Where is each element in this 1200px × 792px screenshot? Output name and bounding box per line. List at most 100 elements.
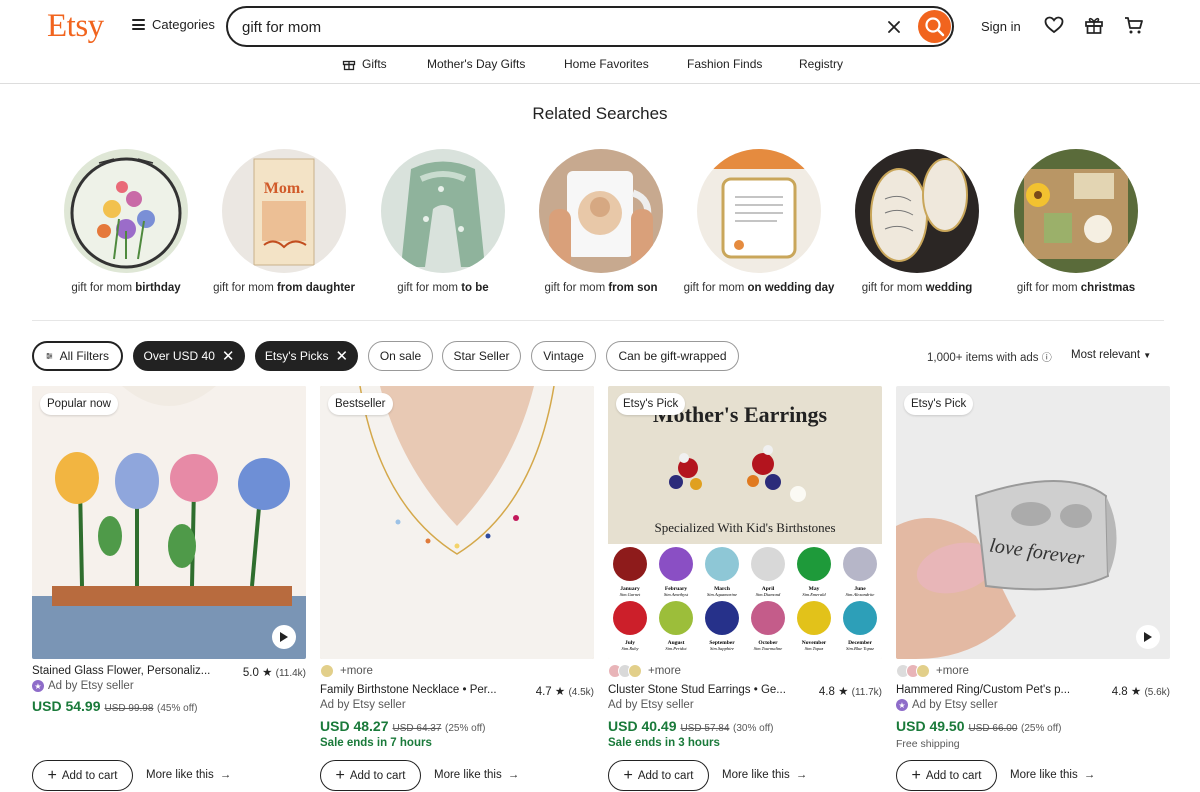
clear-search-icon[interactable] <box>885 18 903 36</box>
sign-in-link[interactable]: Sign in <box>981 19 1021 34</box>
product-image[interactable]: love forever Etsy's Pick <box>896 386 1170 659</box>
swatch <box>320 664 334 678</box>
product-title-row: Family Birthstone Necklace • Per... 4.7 … <box>320 684 594 700</box>
birthstone-stone: Sim.Amethyst <box>664 592 689 597</box>
related-search-item[interactable]: gift for mom birthday <box>41 149 211 296</box>
related-search-item[interactable]: gift for mom wedding <box>832 149 1002 296</box>
search-submit-button[interactable] <box>918 10 951 43</box>
add-to-cart-button[interactable]: + Add to cart <box>608 760 709 791</box>
arrow-right-icon: → <box>795 769 808 781</box>
product-image[interactable]: Mother's Earrings Specialized With Kid's… <box>608 386 882 659</box>
related-search-image <box>855 149 979 273</box>
product-image[interactable]: Popular now <box>32 386 306 659</box>
product-title[interactable]: Stained Glass Flower, Personaliz... <box>32 665 237 677</box>
filter-chip-on-sale[interactable]: On sale <box>368 341 433 371</box>
original-price: USD 99.98 <box>104 703 154 714</box>
birthstone-stone: Sim.Diamond <box>756 592 781 597</box>
subnav-fashion-finds[interactable]: Fashion Finds <box>687 57 762 71</box>
product-rating: 5.0 ★ (11.4k) <box>242 667 306 679</box>
add-to-cart-button[interactable]: + Add to cart <box>896 760 997 791</box>
more-like-this-link[interactable]: More like this → <box>722 769 807 781</box>
related-search-image <box>64 149 188 273</box>
more-like-this-link[interactable]: More like this → <box>434 769 519 781</box>
product-badge: Bestseller <box>328 393 393 415</box>
related-search-image <box>381 149 505 273</box>
subnav-gifts[interactable]: Gifts <box>342 57 387 71</box>
product-card[interactable]: Mother's Earrings Specialized With Kid's… <box>608 386 882 791</box>
menu-icon <box>132 19 145 30</box>
star-seller-icon: ★ <box>32 680 44 692</box>
related-search-item[interactable]: gift for mom on wedding day <box>674 149 844 296</box>
subnav-registry[interactable]: Registry <box>799 57 843 71</box>
seller-line: ★ Ad by Etsy seller <box>32 680 134 692</box>
play-video-icon[interactable] <box>272 625 296 649</box>
filter-chip-label: Can be gift-wrapped <box>618 349 727 363</box>
play-video-icon[interactable] <box>1136 625 1160 649</box>
product-badge: Etsy's Pick <box>616 393 686 415</box>
birthstone-stone: Sim.Sapphire <box>710 646 734 651</box>
more-like-this-link[interactable]: More like this → <box>1010 769 1095 781</box>
subnav-mothers-day[interactable]: Mother's Day Gifts <box>427 57 525 71</box>
filter-chip-vintage[interactable]: Vintage <box>531 341 596 371</box>
sale-countdown: Sale ends in 3 hours <box>608 737 720 749</box>
related-search-image <box>697 149 821 273</box>
product-rating: 4.8 ★ (5.6k) <box>1111 686 1170 698</box>
related-search-item[interactable]: gift for mom from son <box>516 149 686 296</box>
product-price: USD 40.49 <box>608 718 677 734</box>
variant-swatches[interactable]: +more <box>608 663 681 679</box>
birthstone-gem <box>613 601 647 635</box>
related-search-item[interactable]: Mom. gift for mom from daughter <box>199 149 369 296</box>
filter-chip-gift-wrapped[interactable]: Can be gift-wrapped <box>606 341 739 371</box>
product-image[interactable]: Bestseller <box>320 386 594 659</box>
heart-icon[interactable] <box>1043 14 1065 36</box>
subnav-label: Gifts <box>362 57 387 71</box>
product-card[interactable]: Popular now Stained Glass Flower, Person… <box>32 386 306 791</box>
filter-chip-etsys-picks[interactable]: Etsy's Picks ✕ <box>255 341 358 371</box>
add-to-cart-button[interactable]: + Add to cart <box>32 760 133 791</box>
birthstone-gem <box>751 601 785 635</box>
related-search-image: Mom. <box>222 149 346 273</box>
discount: (45% off) <box>157 703 198 714</box>
original-price: USD 66.00 <box>968 723 1018 734</box>
related-search-label: gift for mom from son <box>544 282 658 294</box>
cart-icon[interactable] <box>1123 14 1145 36</box>
related-search-item[interactable]: gift for mom to be <box>358 149 528 296</box>
variant-swatches[interactable]: +more <box>320 663 373 679</box>
product-card[interactable]: love forever Etsy's Pick +more Hammered … <box>896 386 1170 791</box>
remove-filter-icon[interactable]: ✕ <box>222 349 235 364</box>
subnav-label: Mother's Day Gifts <box>427 57 526 71</box>
filter-chip-star-seller[interactable]: Star Seller <box>442 341 521 371</box>
search-input[interactable] <box>242 16 862 38</box>
more-like-this-link[interactable]: More like this → <box>146 769 231 781</box>
info-icon[interactable]: ⓘ <box>1042 353 1052 364</box>
etsy-logo[interactable]: Etsy <box>47 8 104 45</box>
birthstone-gem <box>797 601 831 635</box>
product-card[interactable]: Bestseller +more Family Birthstone Neckl… <box>320 386 594 791</box>
sort-dropdown[interactable]: Most relevant ▼ <box>1071 349 1151 361</box>
birthstone-gem <box>659 547 693 581</box>
filter-icon <box>46 353 53 359</box>
remove-filter-icon[interactable]: ✕ <box>336 349 349 364</box>
subnav-home-favorites[interactable]: Home Favorites <box>564 57 649 71</box>
discount: (30% off) <box>733 723 774 734</box>
star-icon: ★ <box>262 667 273 679</box>
related-search-image <box>539 149 663 273</box>
birthstone-stone: Sim.Ruby <box>621 646 638 651</box>
related-search-item[interactable]: gift for mom christmas <box>991 149 1161 296</box>
gift-icon[interactable] <box>1083 14 1105 36</box>
related-search-label: gift for mom christmas <box>1016 282 1136 294</box>
variant-swatches[interactable]: +more <box>896 663 969 679</box>
all-filters-button[interactable]: All Filters <box>32 341 123 371</box>
plus-icon: + <box>623 766 633 784</box>
categories-button[interactable]: Categories <box>132 17 215 32</box>
swatch <box>916 664 930 678</box>
plus-icon: + <box>47 766 57 784</box>
product-title[interactable]: Family Birthstone Necklace • Per... <box>320 684 525 696</box>
related-search-label: gift for mom on wedding day <box>683 282 835 294</box>
add-to-cart-button[interactable]: + Add to cart <box>320 760 421 791</box>
filter-chip-price[interactable]: Over USD 40 ✕ <box>133 341 245 371</box>
product-title[interactable]: Hammered Ring/Custom Pet's p... <box>896 684 1101 696</box>
product-title[interactable]: Cluster Stone Stud Earrings • Ge... <box>608 684 813 696</box>
arrow-right-icon: → <box>1083 769 1096 781</box>
product-badge: Popular now <box>40 393 118 415</box>
